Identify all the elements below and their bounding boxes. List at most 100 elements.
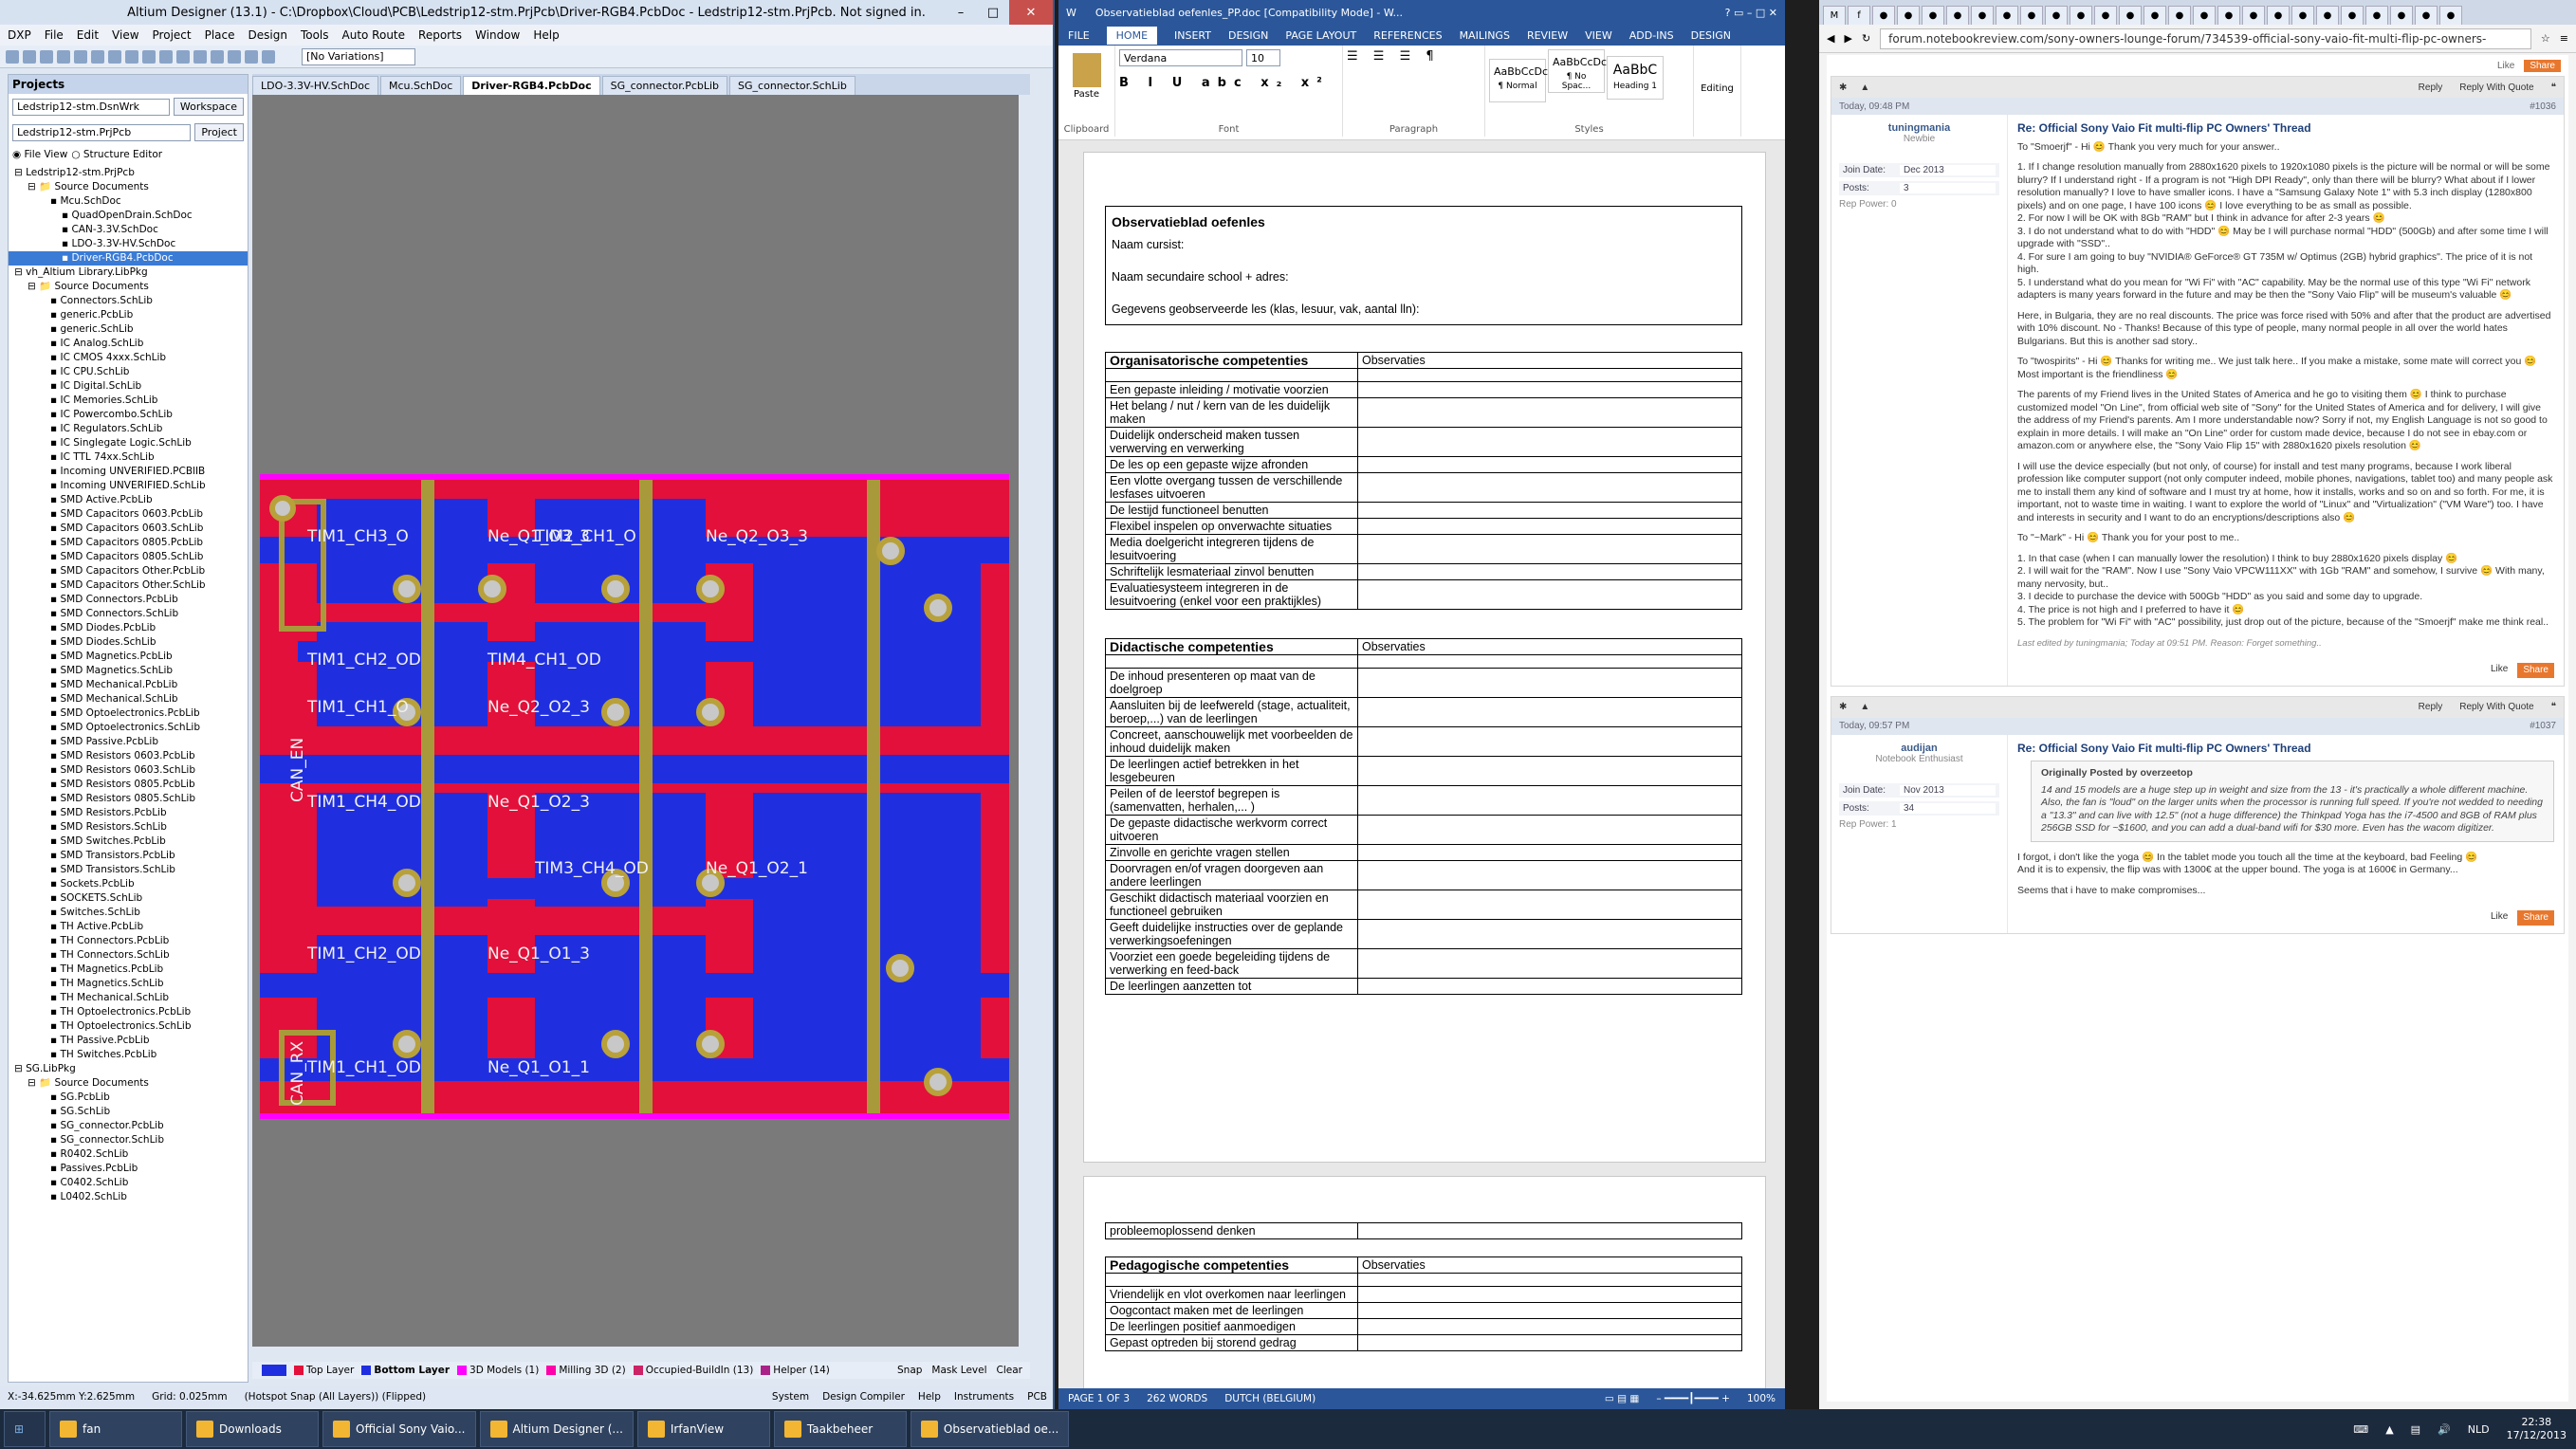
browser-tab[interactable]: ● xyxy=(2341,6,2364,25)
share-button[interactable]: Share xyxy=(2517,910,2554,926)
observation-cell[interactable] xyxy=(1357,502,1742,519)
browser-tab[interactable]: ● xyxy=(2070,6,2092,25)
text-icon[interactable] xyxy=(262,49,275,64)
via[interactable] xyxy=(696,575,725,603)
font-size-select[interactable]: 10 xyxy=(1246,49,1280,66)
tree-item[interactable]: ⊟ vh_Altium Library.LibPkg xyxy=(9,266,248,280)
browser-tab[interactable]: ● xyxy=(2144,6,2166,25)
observation-cell[interactable] xyxy=(1357,890,1742,920)
browser-tab[interactable]: ● xyxy=(2193,6,2216,25)
tree-item[interactable]: ▪ Connectors.SchLib xyxy=(9,294,248,308)
via[interactable] xyxy=(924,594,952,622)
tree-item[interactable]: ▪ TH Switches.PcbLib xyxy=(9,1048,248,1062)
ribbon-tab[interactable]: DESIGN xyxy=(1228,29,1268,42)
panel-button[interactable]: PCB xyxy=(1027,1391,1047,1403)
tree-item[interactable]: ▪ IC Analog.SchLib xyxy=(9,337,248,351)
zoom-icon[interactable] xyxy=(74,49,87,64)
observation-cell[interactable] xyxy=(1357,1334,1742,1351)
observation-cell[interactable] xyxy=(1357,815,1742,845)
menu-item[interactable]: Tools xyxy=(301,28,329,42)
tree-item[interactable]: ▪ SMD Transistors.PcbLib xyxy=(9,849,248,863)
tree-item[interactable]: ▪ TH Optoelectronics.SchLib xyxy=(9,1019,248,1034)
tree-item[interactable]: ▪ TH Active.PcbLib xyxy=(9,920,248,934)
ribbon-tab[interactable]: REVIEW xyxy=(1527,29,1568,42)
tree-item[interactable]: ▪ Sockets.PcbLib xyxy=(9,877,248,891)
tree-item[interactable]: ▪ IC CPU.SchLib xyxy=(9,365,248,379)
share-button[interactable]: Share xyxy=(2524,59,2561,72)
keyboard-icon[interactable]: ⌨ xyxy=(2353,1423,2368,1436)
tree-item[interactable]: ▪ TH Connectors.PcbLib xyxy=(9,934,248,948)
tree-item[interactable]: ▪ SMD Connectors.PcbLib xyxy=(9,593,248,607)
via-icon[interactable] xyxy=(228,49,241,64)
ribbon-tab[interactable]: PAGE LAYOUT xyxy=(1285,29,1356,42)
tree-item[interactable]: ▪ LDO-3.3V-HV.SchDoc xyxy=(9,237,248,251)
layer-tab[interactable]: Bottom Layer xyxy=(361,1365,450,1376)
ribbon-tab[interactable]: FILE xyxy=(1068,29,1090,42)
cut-icon[interactable] xyxy=(91,49,104,64)
language-indicator[interactable]: NLD xyxy=(2468,1423,2490,1436)
tree-item[interactable]: ▪ Driver-RGB4.PcbDoc xyxy=(9,251,248,266)
tree-item[interactable]: ▪ SMD Capacitors 0603.PcbLib xyxy=(9,507,248,522)
menu-item[interactable]: Project xyxy=(153,28,192,42)
tree-item[interactable]: ▪ generic.SchLib xyxy=(9,322,248,337)
tree-item[interactable]: ▪ SMD Transistors.SchLib xyxy=(9,863,248,877)
document-area[interactable]: Observatieblad oefenles Naam cursist: Na… xyxy=(1072,152,1772,1403)
pcb-board[interactable]: TIM1_CH3_O Ne_Q1_O3_3 TIM2_CH1_O Ne_Q2_O3_3… xyxy=(260,474,1009,1119)
clock[interactable]: 22:38 17/12/2013 xyxy=(2507,1416,2567,1442)
document-tab[interactable]: LDO-3.3V-HV.SchDoc xyxy=(252,76,379,95)
editing-button[interactable]: Editing xyxy=(1701,83,1734,94)
taskbar-item[interactable]: fan xyxy=(49,1411,182,1447)
undo-icon[interactable] xyxy=(142,49,156,64)
menu-item[interactable]: Design xyxy=(248,28,287,42)
report-icon[interactable]: ▲ xyxy=(1860,83,1869,93)
paste-button[interactable]: Paste xyxy=(1062,89,1111,100)
observation-cell[interactable] xyxy=(1357,397,1742,428)
workspace-button[interactable]: Workspace xyxy=(173,98,244,116)
browser-tab[interactable]: ● xyxy=(2020,6,2043,25)
pad-icon[interactable] xyxy=(245,49,258,64)
menu-item[interactable]: View xyxy=(112,28,138,42)
tree-item[interactable]: ▪ SMD Resistors.PcbLib xyxy=(9,806,248,820)
ribbon-tab[interactable]: DESIGN xyxy=(1691,29,1731,42)
tree-item[interactable]: ▪ TH Magnetics.SchLib xyxy=(9,977,248,991)
document-tab[interactable]: SG_connector.PcbLib xyxy=(601,76,728,95)
print-icon[interactable] xyxy=(57,49,70,64)
font-format-icons[interactable]: B I U abc x₂ x² xyxy=(1119,76,1338,90)
tree-item[interactable]: ▪ SMD Diodes.PcbLib xyxy=(9,621,248,635)
tree-item[interactable]: ▪ TH Mechanical.SchLib xyxy=(9,991,248,1005)
browser-tab[interactable]: ● xyxy=(1897,6,1920,25)
style-gallery-item[interactable]: AaBbC Heading 1 xyxy=(1607,56,1664,100)
project-button[interactable]: Project xyxy=(194,123,244,141)
taskbar-item[interactable]: Altium Designer (... xyxy=(479,1411,634,1447)
multiquote-icon[interactable]: ❝ xyxy=(2551,702,2556,712)
view-icons[interactable]: ▭ ▤ ▦ xyxy=(1605,1393,1639,1404)
via[interactable] xyxy=(924,1068,952,1096)
layer-control[interactable]: Mask Level xyxy=(931,1365,986,1376)
tree-item[interactable]: ▪ SMD Resistors 0805.PcbLib xyxy=(9,778,248,792)
observation-cell[interactable] xyxy=(1357,518,1742,535)
layer-tab[interactable]: 3D Models (1) xyxy=(457,1365,539,1376)
workspace-select[interactable]: Ledstrip12-stm.DsnWrk xyxy=(12,98,170,116)
via[interactable] xyxy=(393,869,421,897)
tree-item[interactable]: ▪ IC Memories.SchLib xyxy=(9,394,248,408)
layer-control[interactable]: Clear xyxy=(997,1365,1022,1376)
taskbar-item[interactable]: Taakbeheer xyxy=(773,1411,907,1447)
reply-button[interactable]: Reply xyxy=(2419,702,2443,712)
observation-cell[interactable] xyxy=(1357,948,1742,979)
tree-item[interactable]: ▪ Switches.SchLib xyxy=(9,906,248,920)
ribbon-tab[interactable]: ADD-INS xyxy=(1629,29,1674,42)
tree-item[interactable]: ▪ Incoming UNVERIFIED.PCBlIB xyxy=(9,465,248,479)
via[interactable] xyxy=(696,698,725,726)
tree-item[interactable]: ▪ Passives.PcbLib xyxy=(9,1162,248,1176)
menu-item[interactable]: Place xyxy=(205,28,235,42)
browser-tab[interactable]: ● xyxy=(2119,6,2142,25)
project-field[interactable]: Ledstrip12-stm.PrjPcb xyxy=(12,123,192,141)
document-tab[interactable]: Mcu.SchDoc xyxy=(380,76,462,95)
observation-cell[interactable] xyxy=(1357,844,1742,861)
browser-tab[interactable]: f xyxy=(1848,6,1870,25)
menu-item[interactable]: Window xyxy=(475,28,520,42)
observation-cell[interactable] xyxy=(1357,978,1742,995)
browser-tab[interactable]: ● xyxy=(2415,6,2438,25)
ribbon-tab[interactable]: REFERENCES xyxy=(1373,29,1442,42)
observation-cell[interactable] xyxy=(1357,1286,1742,1303)
